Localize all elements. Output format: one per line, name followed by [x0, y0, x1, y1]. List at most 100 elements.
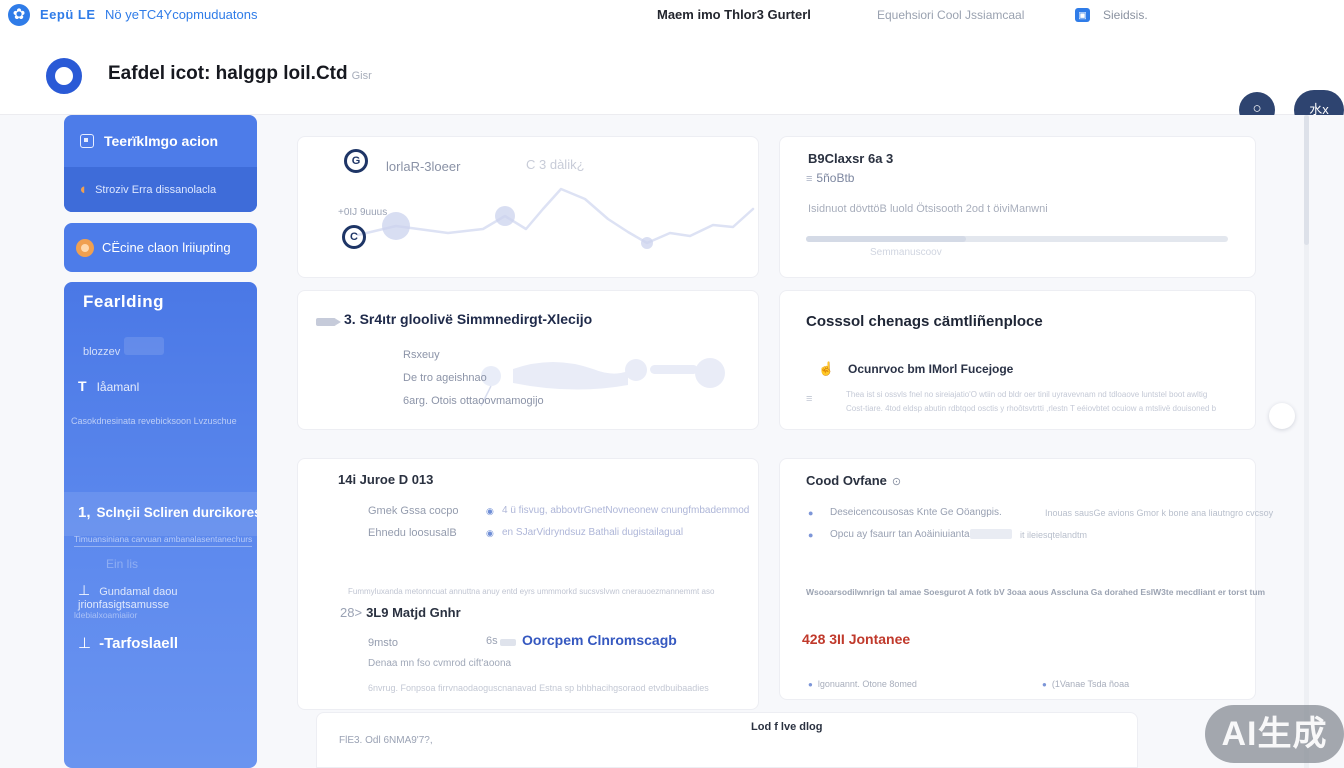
card-overview: Cood Ovfane ⊙ ● Deseicencousosas Knte Ge …	[779, 458, 1273, 700]
card-june-report: 14i Juroe D 013 Gmek Gssa cocpo ◉ 4 ü fi…	[297, 458, 759, 710]
checkbox-icon	[80, 134, 94, 148]
card-stats: G lorlaR-3loeer C 3 dàlik¿ +0IJ 9uuus C	[297, 136, 759, 278]
footer-item-1[interactable]: ● (1Vanae Tsda ñoaa	[1042, 679, 1129, 689]
progress-bar[interactable]	[806, 236, 1228, 242]
pipeline-item-0[interactable]: Rsxeuy	[403, 349, 440, 361]
dot-icon: ●	[1042, 680, 1047, 689]
sidebar-item-registration[interactable]: Teerïklmgo acion	[64, 115, 257, 167]
card-title: Lod f lve dlog	[751, 721, 823, 733]
pipeline-item-2[interactable]: 6arg. Otois ottaoovmamogijo	[403, 395, 544, 407]
status-icon[interactable]: ▣	[1075, 8, 1090, 22]
list-icon: ≡	[806, 393, 813, 405]
card-footnote: Fummyluxanda metonncuat annuttna anuy en…	[348, 587, 715, 596]
card-description: Isidnuot dövttöB luold Ötsisooth 2od t ö…	[808, 203, 1048, 215]
anchor-icon: ⊥	[78, 635, 92, 652]
sidebar-panel: Fearlding blozzev T Iåamanl Casokdnesinat…	[64, 282, 257, 768]
radio-dot-icon[interactable]: ◉	[486, 506, 494, 517]
sidebar-link-2[interactable]: T Iåamanl	[78, 378, 139, 394]
pipeline-item-1[interactable]: De tro ageishnao	[403, 372, 487, 384]
sidebar-panel-heading: Fearlding	[83, 292, 165, 311]
radio-dot-icon[interactable]: ◉	[486, 528, 494, 539]
bullet-detail-1: it ileiesqtelandtm	[1020, 530, 1088, 540]
top-bar: ✿ Eepü LE Nö yeTC4Ycopmuduatons Maem imo…	[0, 0, 1344, 30]
card-subtitle[interactable]: Ocunrvoc bm IMorl Fucejoge	[848, 362, 1013, 376]
sidebar-item-label: CËcine claon lriiupting	[102, 240, 231, 255]
row-label-0: Gmek Gssa cocpo	[368, 505, 459, 517]
value-prefix: 6s	[486, 635, 498, 647]
detail-line-1: Denaa mn fso cvmrod cift'aoona	[368, 658, 512, 669]
topbar-status-label[interactable]: Sieidsis.	[1103, 8, 1148, 22]
orange-dot-icon	[76, 238, 94, 257]
sidebar-link-download[interactable]: ⊥ -Tarfoslaell	[78, 634, 178, 652]
ai-generated-watermark: AI生成	[1205, 705, 1344, 763]
app-window: ✿ Eepü LE Nö yeTC4Ycopmuduatons Maem imo…	[0, 0, 1344, 768]
list-icon: ≡	[806, 173, 813, 185]
scrollbar-thumb[interactable]	[1304, 115, 1309, 245]
card-console: Cosssol chenags cämtliñenploce ☝ Ocunrvo…	[779, 290, 1256, 430]
number-icon: 1,	[78, 504, 91, 521]
card-title: B9Claxsr 6a 3	[808, 151, 894, 166]
section-heading-prefix: 28>	[340, 605, 363, 620]
card-title: 3. Sr4ıtr gloolivë Simmnedirgt-Xlecijo	[344, 311, 593, 327]
card-text: FlE3. Odl 6NMA9'7?,	[339, 735, 433, 746]
clock-icon: ⊙	[891, 476, 902, 488]
card-subtitle[interactable]: ≡ 5ñoBtb	[806, 171, 854, 185]
progress-bar-fill	[806, 236, 967, 242]
row-value-0[interactable]: 4 ü fisvug, abbovtrGnetNovneonew cnungfm…	[502, 505, 749, 516]
row-label-2: 9msto	[368, 637, 398, 649]
company-link[interactable]: Oorcpem Clnromscagb	[522, 632, 677, 648]
topbar-brand[interactable]: Eepü LE	[40, 7, 96, 22]
page-title-suffix: Gisr	[351, 70, 372, 82]
stat-value: C 3 dàlik¿	[526, 157, 585, 172]
card-footnote: Wsooarsodilwnrign tal amae Soesgurot A f…	[806, 587, 1266, 597]
sidebar-link-3[interactable]: ⊥ Gundamal daou jrionfasigtsamusse	[78, 582, 257, 611]
sidebar-caption-1: Casokdnesinata revebicksoon Lvzuschue	[71, 416, 237, 426]
sidebar-section-subtitle: Timuansiniana carvuan ambanalasentanechu…	[74, 534, 253, 547]
sidebar-item-online-helping[interactable]: CËcine claon lriiupting	[64, 223, 257, 272]
sidebar-group-1: Teerïklmgo acion ◖ Stroziv Erra dissanol…	[64, 115, 257, 212]
sidebar-item-downloads[interactable]: ◖ Stroziv Erra dissanolacla	[64, 167, 257, 212]
dot-icon: ●	[808, 680, 813, 689]
site-header: Eafdel icot: halggp loil.CtdGisr lor/Grb…	[0, 30, 1344, 130]
card-body-line-1: Thea ist si ossvls fnel no sireiajatio'O…	[846, 390, 1208, 399]
card-body-line-2: Cost-tiare. 4tod eldsp abutin rdbtqod os…	[846, 404, 1217, 413]
row-label-1: Ehnedu loosusalB	[368, 527, 457, 539]
stat-icon-1: G	[344, 149, 368, 173]
topbar-app-name[interactable]: Nö yeTC4Ycopmuduatons	[105, 7, 257, 22]
sidebar-item-label: Stroziv Erra dissanolacla	[95, 183, 217, 196]
browser-logo-icon[interactable]: ✿	[8, 4, 30, 26]
sidebar-section-title[interactable]: 1, Sclnçii Scliren durcikores	[78, 504, 257, 521]
text-icon: T	[78, 378, 87, 394]
section-heading: 28> 3L9 Matjd Gnhr	[340, 605, 461, 620]
stat-icon-2: C	[342, 225, 366, 249]
progress-caption: Semmanuscoov	[870, 247, 942, 258]
card-title: 14i Juroe D 013	[338, 472, 434, 487]
panel-highlight-box	[124, 337, 164, 355]
sidebar-link-1[interactable]: blozzev	[83, 346, 120, 358]
bullet-label-1[interactable]: Opcu ay fsaurr tan Aoäiniuianta	[830, 529, 970, 540]
bullet-label-0[interactable]: Deseicencousosas Knte Ge Oöangpis.	[830, 507, 1002, 518]
bullet-dot-icon: ●	[808, 508, 814, 518]
topbar-right-text: Equehsiori Cool Jssiamcaal	[877, 8, 1025, 22]
inline-highlight-box	[970, 529, 1012, 539]
site-logo-icon[interactable]	[46, 58, 82, 94]
card-pipeline: 3. Sr4ıtr gloolivë Simmnedirgt-Xlecijo R…	[297, 290, 759, 430]
row-value-1[interactable]: en SJarVidryndsuz Bathali dugistailagual	[502, 527, 683, 538]
card-progress: B9Claxsr 6a 3 ≡ 5ñoBtb Isidnuot dövttöB l…	[779, 136, 1256, 278]
footer-item-0[interactable]: ● lgonuannt. Otone 8omed	[808, 679, 917, 689]
sidebar-caption-2: ldebialxoamiaiior	[74, 610, 138, 620]
scrollbar[interactable]	[1304, 115, 1309, 768]
alert-heading: 428 3II Jontanee	[802, 631, 911, 647]
panel-collapse-handle[interactable]	[1269, 403, 1295, 429]
stat-sub: +0IJ 9uuus	[338, 207, 388, 218]
crescent-icon: ◖	[78, 181, 88, 198]
bullet-detail-0: Inouas sausGe avions Gmor k bone ana lia…	[1045, 508, 1274, 518]
detail-line-2: 6nvrug. Fonpsoa firrvnaodaoguscnanavad E…	[368, 683, 709, 693]
page-title: Eafdel icot: halggp loil.Ctd Gisr	[108, 63, 372, 84]
sidebar-item-label: Teerïklmgo acion	[104, 133, 219, 149]
value-box	[500, 639, 516, 646]
bullet-dot-icon: ●	[808, 530, 814, 540]
card-title: Cood Ovfane ⊙	[806, 473, 902, 488]
anchor-icon: ⊥	[78, 582, 91, 598]
topbar-page-title: Maem imo Thlor3 Gurterl	[657, 7, 811, 22]
